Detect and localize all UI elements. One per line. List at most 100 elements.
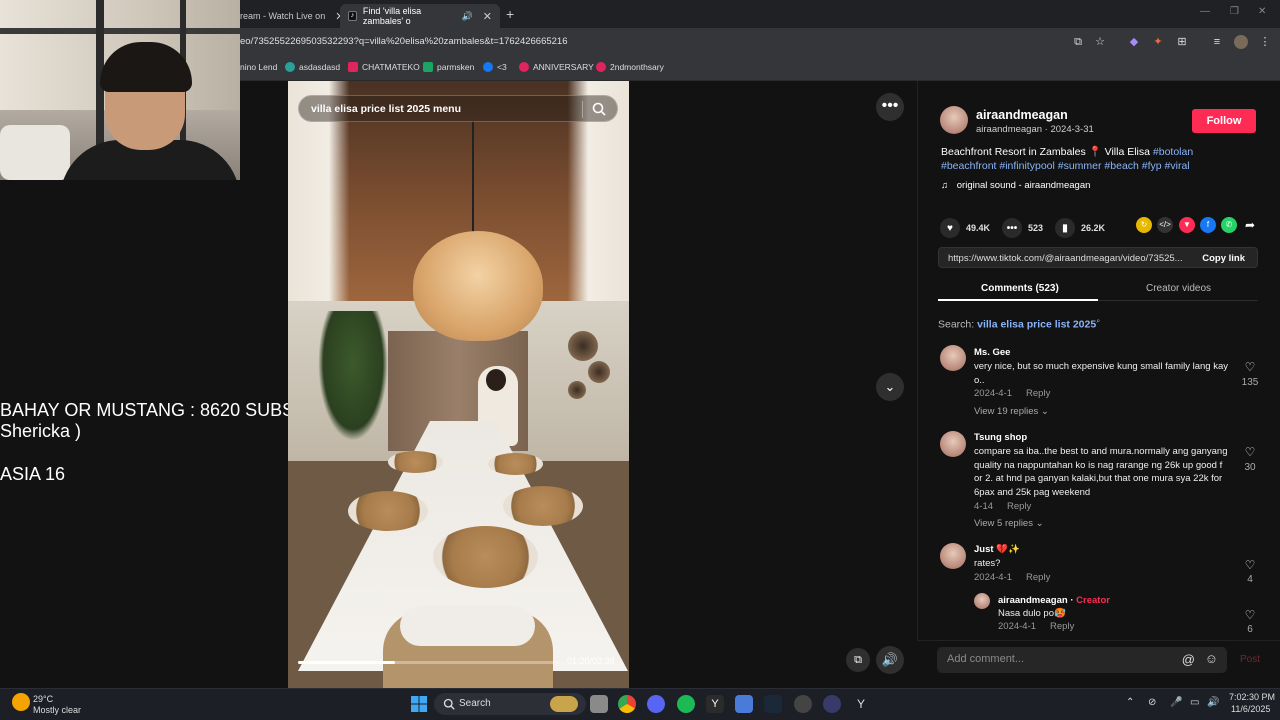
clock-time[interactable]: 7:02:30 PM <box>1229 692 1275 702</box>
menu-kebab-icon[interactable]: ⋮ <box>1258 35 1272 49</box>
comment-like-icon[interactable]: ♡ <box>1242 558 1258 572</box>
video-progress-bar[interactable] <box>298 661 560 664</box>
video-link-url[interactable]: https://www.tiktok.com/@airaandmeagan/vi… <box>948 253 1196 264</box>
reply-button[interactable]: Reply <box>1050 621 1074 632</box>
music-link[interactable]: ♫ original sound - airaandmeagan <box>941 180 1090 191</box>
app-icon[interactable] <box>794 695 812 713</box>
windows-start-icon[interactable] <box>411 696 427 712</box>
search-icon[interactable] <box>591 101 607 117</box>
embed-icon[interactable]: </> <box>1157 217 1173 233</box>
comment-search-suggestion[interactable]: Search: villa elisa price list 2025⌕ <box>938 318 1100 331</box>
add-comment-input[interactable]: Add comment... @ ☺ <box>937 647 1227 673</box>
chrome-icon[interactable] <box>618 695 636 713</box>
video-search-bar[interactable]: villa elisa price list 2025 menu <box>298 95 618 122</box>
follow-button[interactable]: Follow <box>1192 109 1256 133</box>
tray-network-icon[interactable]: ⊘ <box>1148 697 1156 708</box>
profile-avatar-icon[interactable] <box>1234 35 1248 49</box>
spotify-icon[interactable] <box>677 695 695 713</box>
comment-like-icon[interactable]: ♡ <box>1242 360 1258 374</box>
comment-icon[interactable]: ••• <box>1002 218 1022 238</box>
install-app-icon[interactable]: ⧉ <box>1071 35 1085 49</box>
tray-chevron-icon[interactable]: ⌃ <box>1126 697 1134 708</box>
restore-icon[interactable]: ❐ <box>1230 6 1239 17</box>
taskbar-search[interactable]: Search <box>434 693 586 715</box>
copy-link-button[interactable]: Copy link <box>1202 253 1245 264</box>
emoji-icon[interactable]: ☺ <box>1205 651 1218 666</box>
reply-button[interactable]: Reply <box>1026 388 1050 399</box>
bookmark-item[interactable]: <3 <box>483 62 507 72</box>
avatar[interactable] <box>940 345 966 371</box>
app-icon[interactable] <box>823 695 841 713</box>
close-icon[interactable]: ✕ <box>483 10 492 23</box>
clock-date[interactable]: 11/6/2025 <box>1231 704 1270 714</box>
tab-tiktok-search[interactable]: ♪ Find 'villa elisa zambales' o 🔊 ✕ <box>340 4 500 28</box>
comment-stat[interactable]: ••• 523 <box>1002 218 1043 238</box>
reply-button[interactable]: Reply <box>1007 501 1031 512</box>
task-view-icon[interactable] <box>590 695 608 713</box>
display-icon[interactable]: ▭ <box>1190 697 1199 708</box>
view-replies-button[interactable]: View 19 replies ⌄ <box>974 406 1049 417</box>
hashtag-link[interactable]: #beachfront #infinitypool #summer #beach… <box>941 160 1190 172</box>
mention-icon[interactable]: @ <box>1182 652 1195 667</box>
weather-temp[interactable]: 29°C <box>33 694 53 704</box>
comment-author[interactable]: Ms. Gee <box>974 347 1010 358</box>
minimize-icon[interactable]: — <box>1200 6 1210 17</box>
discord-icon[interactable] <box>647 695 665 713</box>
volume-icon[interactable]: 🔊 <box>876 646 904 674</box>
tab-watch-live[interactable]: ream - Watch Live on ✕ <box>232 4 352 28</box>
bookmark-item[interactable]: 2ndmonthsary <box>596 62 664 72</box>
new-tab-button[interactable]: + <box>506 6 514 22</box>
heart-icon[interactable]: ♥ <box>940 218 960 238</box>
comment-author[interactable]: Just 💔✨ <box>974 544 1020 555</box>
bookmark-icon[interactable]: ▮ <box>1055 218 1075 238</box>
video-player[interactable] <box>288 81 629 688</box>
bookmark-item[interactable]: parmsken <box>423 62 474 72</box>
like-stat[interactable]: ♥ 49.4K <box>940 218 990 238</box>
app-y-icon[interactable]: Y <box>852 695 870 713</box>
avatar[interactable] <box>940 543 966 569</box>
extensions-puzzle-icon[interactable]: ⊞ <box>1175 35 1189 49</box>
avatar[interactable] <box>940 106 968 134</box>
comment-like-icon[interactable]: ♡ <box>1242 445 1258 459</box>
video-placemat <box>488 453 543 475</box>
close-window-icon[interactable]: ✕ <box>1258 6 1266 17</box>
app-y-icon[interactable]: Y <box>706 695 724 713</box>
share-repost-icon[interactable]: ↻ <box>1136 217 1152 233</box>
reply-author[interactable]: airaandmeagan · Creator <box>998 595 1110 606</box>
comment-author[interactable]: Tsung shop <box>974 432 1027 443</box>
bookmark-star-icon[interactable]: ☆ <box>1093 35 1107 49</box>
tab-comments[interactable]: Comments (523) <box>981 283 1059 294</box>
bookmark-item[interactable]: asdasdasd <box>285 62 340 72</box>
reading-list-icon[interactable]: ≡ <box>1210 35 1224 49</box>
steam-icon[interactable] <box>764 695 782 713</box>
comment-like-icon[interactable]: ♡ <box>1242 608 1258 622</box>
weather-icon[interactable] <box>12 693 30 711</box>
share-arrow-icon[interactable]: ➦ <box>1242 217 1258 233</box>
hashtag-link[interactable]: #botolan <box>1153 146 1193 158</box>
floating-player-icon[interactable]: ⧉ <box>846 648 870 672</box>
facebook-share-icon[interactable]: f <box>1200 217 1216 233</box>
avatar[interactable] <box>974 593 990 609</box>
bookmark-item[interactable]: CHATMATEKO <box>348 62 420 72</box>
send-icon[interactable]: ▼ <box>1179 217 1195 233</box>
save-stat[interactable]: ▮ 26.2K <box>1055 218 1105 238</box>
view-replies-button[interactable]: View 5 replies ⌄ <box>974 518 1044 529</box>
video-timecode: 01:20/03:38 <box>567 656 615 666</box>
extension-icon[interactable]: ✦ <box>1151 35 1165 49</box>
author-username[interactable]: airaandmeagan <box>976 108 1068 122</box>
volume-tray-icon[interactable]: 🔊 <box>1207 697 1219 708</box>
microphone-icon[interactable]: 🎤 <box>1170 697 1182 708</box>
chevron-down-icon[interactable]: ⌄ <box>876 373 904 401</box>
avatar[interactable] <box>940 431 966 457</box>
extension-icon[interactable]: ◆ <box>1127 35 1141 49</box>
reply-button[interactable]: Reply <box>1026 572 1050 583</box>
speaker-icon[interactable]: 🔊 <box>462 11 473 22</box>
whatsapp-share-icon[interactable]: ✆ <box>1221 217 1237 233</box>
bookmark-item[interactable]: nino Lend <box>240 62 277 72</box>
post-button[interactable]: Post <box>1240 654 1260 665</box>
tab-creator-videos[interactable]: Creator videos <box>1146 283 1211 294</box>
more-options-icon[interactable]: ••• <box>876 93 904 121</box>
url-field[interactable]: eo/7352552269503532293?q=villa%20elisa%2… <box>240 36 568 47</box>
bookmark-item[interactable]: ANNIVERSARY <box>519 62 594 72</box>
app-icon[interactable] <box>735 695 753 713</box>
